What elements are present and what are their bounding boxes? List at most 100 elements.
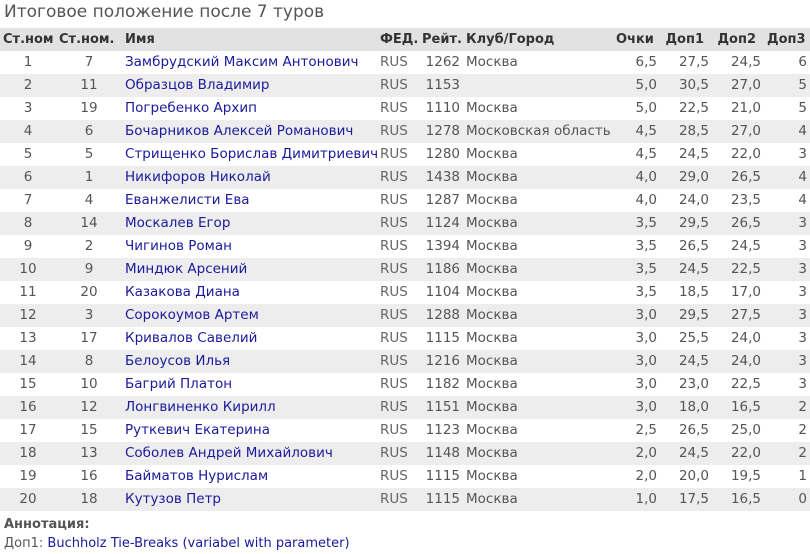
cell-rank: 13: [0, 327, 56, 350]
cell-player-name[interactable]: Белоусов Илья: [122, 350, 377, 373]
cell-federation: RUS: [377, 281, 419, 304]
cell-tiebreak-2: 21,0: [712, 97, 764, 120]
cell-tiebreak-3: 2: [764, 419, 810, 442]
cell-player-name[interactable]: Образцов Владимир: [122, 74, 377, 97]
col-header-tb1[interactable]: Доп1: [660, 28, 712, 51]
cell-club: Москва: [463, 396, 613, 419]
cell-player-name[interactable]: Миндюк Арсений: [122, 258, 377, 281]
cell-start-no: 6: [56, 120, 122, 143]
cell-player-name[interactable]: Казакова Диана: [122, 281, 377, 304]
cell-rating: 1153: [419, 74, 463, 97]
cell-tiebreak-2: 19,5: [712, 465, 764, 488]
cell-rating: 1216: [419, 350, 463, 373]
annotation-text: Buchholz Tie-Breaks (variabel with param…: [47, 536, 350, 551]
cell-federation: RUS: [377, 166, 419, 189]
cell-player-name[interactable]: Багрий Платон: [122, 373, 377, 396]
cell-player-name[interactable]: Бочарников Алексей Романович: [122, 120, 377, 143]
col-header-points[interactable]: Очки: [613, 28, 660, 51]
cell-tiebreak-1: 29,0: [660, 166, 712, 189]
annotation-title: Аннотация:: [4, 517, 90, 532]
cell-rating: 1186: [419, 258, 463, 281]
cell-tiebreak-3: 3: [764, 281, 810, 304]
cell-rating: 1394: [419, 235, 463, 258]
col-header-tb3[interactable]: Доп3: [764, 28, 810, 51]
cell-tiebreak-1: 27,5: [660, 51, 712, 74]
cell-start-no: 14: [56, 212, 122, 235]
cell-rating: 1115: [419, 488, 463, 511]
table-row: 19 16 Байматов Нурислам RUS 1115 Москва 2,0 20,…: [0, 465, 810, 488]
cell-start-no: 13: [56, 442, 122, 465]
cell-federation: RUS: [377, 189, 419, 212]
cell-rank: 18: [0, 442, 56, 465]
cell-club: Москва: [463, 235, 613, 258]
cell-player-name[interactable]: Москалев Егор: [122, 212, 377, 235]
table-row: 16 12 Лонгвиненко Кирилл RUS 1151 Москва 3,0 18…: [0, 396, 810, 419]
table-row: 17 15 Руткевич Екатерина RUS 1123 Москва 2,5 26…: [0, 419, 810, 442]
cell-player-name[interactable]: Чигинов Роман: [122, 235, 377, 258]
cell-club: Москва: [463, 97, 613, 120]
col-header-start-no2[interactable]: Ст.ном.: [56, 28, 122, 51]
cell-tiebreak-3: 2: [764, 396, 810, 419]
cell-points: 3,5: [613, 281, 660, 304]
cell-start-no: 1: [56, 166, 122, 189]
cell-tiebreak-1: 29,5: [660, 212, 712, 235]
cell-tiebreak-2: 23,5: [712, 189, 764, 212]
cell-tiebreak-2: 22,5: [712, 258, 764, 281]
cell-points: 3,5: [613, 212, 660, 235]
col-header-fed[interactable]: ФЕД.: [377, 28, 419, 51]
cell-start-no: 20: [56, 281, 122, 304]
cell-rating: 1151: [419, 396, 463, 419]
cell-club: Москва: [463, 281, 613, 304]
cell-club: Москва: [463, 166, 613, 189]
cell-start-no: 5: [56, 143, 122, 166]
cell-tiebreak-3: 4: [764, 189, 810, 212]
cell-player-name[interactable]: Сорокоумов Артем: [122, 304, 377, 327]
cell-tiebreak-2: 16,5: [712, 488, 764, 511]
cell-federation: RUS: [377, 350, 419, 373]
cell-rank: 7: [0, 189, 56, 212]
cell-club: Москва: [463, 143, 613, 166]
col-header-club[interactable]: Клуб/Город: [463, 28, 613, 51]
table-header-row: Ст.ном Ст.ном. Имя ФЕД. Рейт. Клуб/Город…: [0, 28, 810, 51]
cell-player-name[interactable]: Соболев Андрей Михайлович: [122, 442, 377, 465]
cell-rating: 1287: [419, 189, 463, 212]
cell-rank: 17: [0, 419, 56, 442]
cell-points: 3,5: [613, 258, 660, 281]
cell-player-name[interactable]: Руткевич Екатерина: [122, 419, 377, 442]
col-header-tb2[interactable]: Доп2: [712, 28, 764, 51]
cell-club: Москва: [463, 258, 613, 281]
table-row: 7 4 Еванжелисти Ева RUS 1287 Москва 4,0 24,0 23,…: [0, 189, 810, 212]
cell-tiebreak-1: 17,5: [660, 488, 712, 511]
cell-start-no: 11: [56, 74, 122, 97]
table-row: 20 18 Кутузов Петр RUS 1115 Москва 1,0 17,5 16,5…: [0, 488, 810, 511]
cell-tiebreak-3: 6: [764, 51, 810, 74]
col-header-start-no[interactable]: Ст.ном: [0, 28, 56, 51]
table-row: 5 5 Стрищенко Борислав Димитриевич RUS 1280 М…: [0, 143, 810, 166]
cell-points: 4,0: [613, 166, 660, 189]
cell-club: Москва: [463, 465, 613, 488]
cell-player-name[interactable]: Байматов Нурислам: [122, 465, 377, 488]
cell-points: 6,5: [613, 51, 660, 74]
cell-player-name[interactable]: Кутузов Петр: [122, 488, 377, 511]
cell-points: 2,0: [613, 465, 660, 488]
cell-player-name[interactable]: Лонгвиненко Кирилл: [122, 396, 377, 419]
cell-player-name[interactable]: Еванжелисти Ева: [122, 189, 377, 212]
cell-points: 5,0: [613, 74, 660, 97]
cell-club: Москва: [463, 304, 613, 327]
table-row: 12 3 Сорокоумов Артем RUS 1288 Москва 3,0 29,5 2…: [0, 304, 810, 327]
cell-player-name[interactable]: Стрищенко Борислав Димитриевич: [122, 143, 377, 166]
cell-player-name[interactable]: Погребенко Архип: [122, 97, 377, 120]
cell-start-no: 9: [56, 258, 122, 281]
cell-federation: RUS: [377, 74, 419, 97]
cell-tiebreak-1: 22,5: [660, 97, 712, 120]
col-header-name[interactable]: Имя: [122, 28, 377, 51]
cell-player-name[interactable]: Никифоров Николай: [122, 166, 377, 189]
cell-tiebreak-2: 27,5: [712, 304, 764, 327]
cell-rating: 1148: [419, 442, 463, 465]
cell-player-name[interactable]: Замбрудский Максим Антонович: [122, 51, 377, 74]
cell-start-no: 7: [56, 51, 122, 74]
cell-federation: RUS: [377, 396, 419, 419]
cell-player-name[interactable]: Кривалов Савелий: [122, 327, 377, 350]
cell-rank: 9: [0, 235, 56, 258]
col-header-rating[interactable]: Рейт.: [419, 28, 463, 51]
